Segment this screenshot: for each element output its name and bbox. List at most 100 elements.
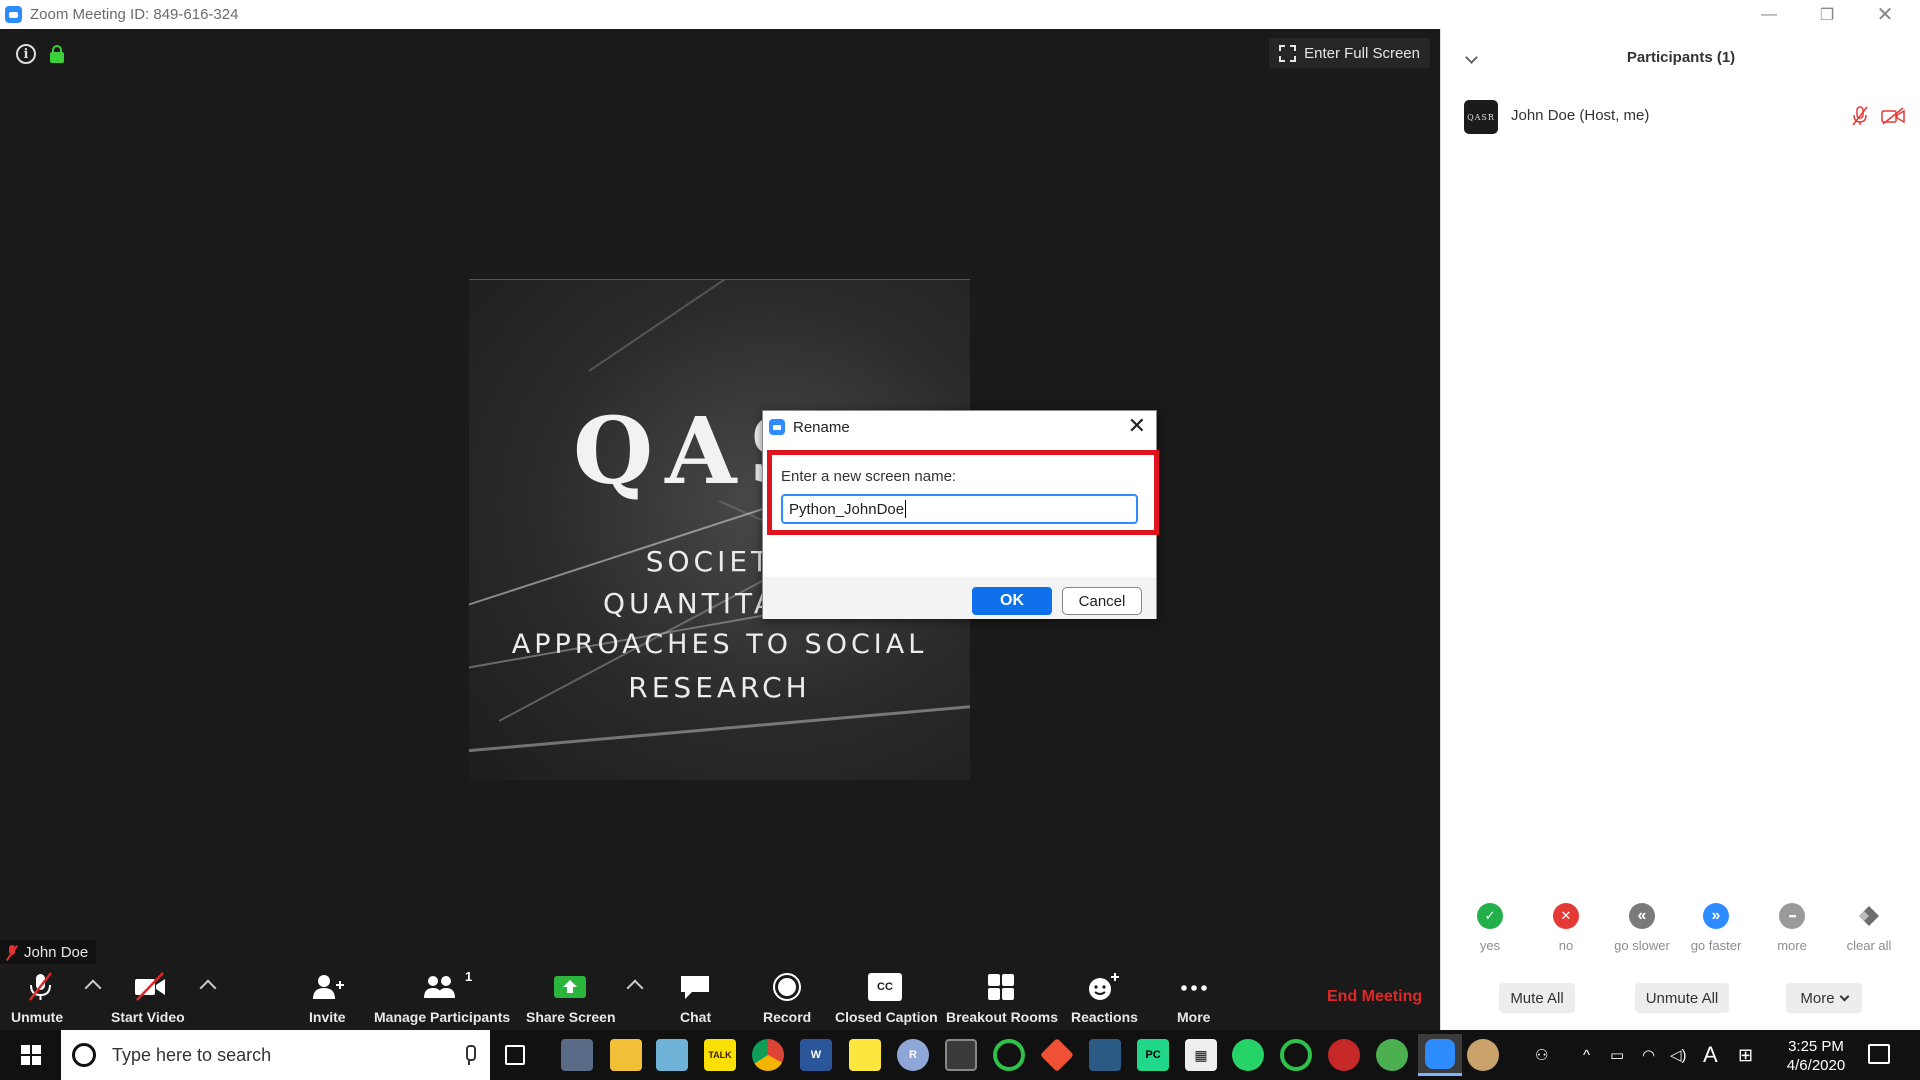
feedback-clear-all-label: clear all	[1846, 938, 1892, 953]
add-person-icon	[313, 975, 344, 999]
calculator-icon[interactable]: ▦	[1185, 1039, 1217, 1071]
pycharm-icon[interactable]: PC	[1137, 1039, 1169, 1071]
volume-icon[interactable]: ◁)	[1670, 1030, 1687, 1080]
enter-full-screen-button[interactable]: Enter Full Screen	[1269, 38, 1430, 68]
eraser-icon	[1856, 903, 1882, 929]
input-language-icon[interactable]: A	[1703, 1030, 1718, 1080]
closed-caption-button[interactable]: CC Closed Caption	[833, 964, 938, 1030]
profile-text-line: RESEARCH	[628, 671, 811, 704]
paint-app-icon[interactable]	[561, 1039, 593, 1071]
whatsapp-icon[interactable]	[1232, 1039, 1264, 1071]
minimize-icon[interactable]: —	[1740, 0, 1798, 29]
battery-icon[interactable]: ▭	[1610, 1030, 1624, 1080]
app-ring-icon[interactable]	[1280, 1039, 1312, 1071]
sticky-notes-icon[interactable]	[849, 1039, 881, 1071]
start-video-button[interactable]: Start Video	[109, 964, 195, 1030]
breakout-rooms-icon	[988, 974, 1014, 1000]
audio-options-chevron-icon[interactable]	[84, 979, 102, 997]
git-icon[interactable]	[1040, 1038, 1074, 1072]
feedback-more[interactable]: ••• more	[1757, 897, 1827, 953]
r-app-icon[interactable]: R	[897, 1039, 929, 1071]
windows-start-icon[interactable]	[21, 1045, 41, 1065]
file-explorer-icon[interactable]	[610, 1039, 642, 1071]
participant-row[interactable]: QASR John Doe (Host, me)	[1441, 92, 1920, 140]
people-icon[interactable]: ⚇	[1535, 1030, 1548, 1080]
meeting-info-icon[interactable]: i	[16, 44, 36, 64]
more-button[interactable]: More	[1172, 964, 1216, 1030]
record-label: Record	[763, 1009, 812, 1025]
zoom-taskbar-icon[interactable]	[1418, 1034, 1462, 1076]
more-dots-icon	[1181, 985, 1207, 991]
feedback-go-faster[interactable]: » go faster	[1681, 897, 1751, 953]
panel-more-label: More	[1800, 989, 1835, 1007]
chat-button[interactable]: Chat	[670, 964, 720, 1030]
manage-participants-button[interactable]: 1 Manage Participants	[373, 964, 513, 1030]
taskbar-clock[interactable]: 3:25 PM 4/6/2020	[1771, 1037, 1861, 1075]
fast-forward-icon: »	[1703, 903, 1729, 929]
task-view-icon[interactable]	[505, 1045, 525, 1065]
video-options-chevron-icon[interactable]	[199, 979, 217, 997]
muted-mic-icon	[6, 944, 18, 961]
share-options-chevron-icon[interactable]	[626, 979, 644, 997]
feedback-go-slower[interactable]: « go slower	[1607, 897, 1677, 953]
dialog-titlebar: Rename ✕	[763, 411, 1156, 443]
spider-app-icon[interactable]	[1328, 1039, 1360, 1071]
feedback-no-label: no	[1558, 938, 1574, 953]
paint-palette-icon[interactable]	[1467, 1039, 1499, 1071]
cancel-button[interactable]: Cancel	[1062, 587, 1142, 615]
muted-mic-icon	[29, 972, 52, 1001]
reactions-button[interactable]: Reactions	[1069, 964, 1139, 1030]
restore-icon[interactable]: ❐	[1798, 0, 1856, 29]
encryption-lock-icon[interactable]	[50, 45, 64, 63]
panel-more-button[interactable]: More	[1786, 983, 1862, 1013]
start-video-label: Start Video	[111, 1009, 185, 1025]
feedback-clear-all[interactable]: clear all	[1834, 897, 1904, 953]
notification-center-icon[interactable]	[1868, 1044, 1890, 1064]
feedback-yes-label: yes	[1479, 938, 1501, 953]
breakout-rooms-button[interactable]: Breakout Rooms	[945, 964, 1058, 1030]
microphone-icon[interactable]	[464, 1045, 476, 1065]
record-icon	[773, 973, 801, 1001]
chat-bubble-icon	[681, 976, 709, 999]
feedback-yes[interactable]: ✓ yes	[1455, 897, 1525, 953]
mute-all-button[interactable]: Mute All	[1499, 983, 1575, 1013]
share-screen-button[interactable]: Share Screen	[526, 964, 616, 1030]
feedback-no[interactable]: ✕ no	[1531, 897, 1601, 953]
terminal-icon[interactable]	[945, 1039, 977, 1071]
video-off-icon[interactable]	[1881, 107, 1905, 125]
windows-taskbar: Type here to search TALK W R PC ▦ ⚇ ^ ▭ …	[0, 1030, 1920, 1080]
chrome-icon[interactable]	[752, 1039, 784, 1071]
close-icon[interactable]: ✕	[1856, 0, 1914, 29]
zoom-logo-icon	[5, 6, 22, 23]
screen-name-input[interactable]: Python_JohnDoe	[781, 494, 1138, 524]
closed-caption-label: Closed Caption	[835, 1009, 938, 1025]
record-button[interactable]: Record	[758, 964, 816, 1030]
unmute-button[interactable]: Unmute	[8, 964, 72, 1030]
manage-participants-label: Manage Participants	[374, 1009, 511, 1025]
ok-button[interactable]: OK	[972, 587, 1052, 615]
word-icon[interactable]: W	[800, 1039, 832, 1071]
unmute-all-button[interactable]: Unmute All	[1635, 983, 1729, 1013]
taskbar-search-box[interactable]: Type here to search	[61, 1030, 490, 1080]
participant-name-tag-label: John Doe	[24, 944, 89, 961]
kakaotalk-icon[interactable]: TALK	[704, 1039, 736, 1071]
video-area: i Enter Full Screen QAS SOCIETY QUANTITA…	[0, 29, 1440, 965]
dialog-close-icon[interactable]: ✕	[1128, 415, 1146, 437]
invite-button[interactable]: Invite	[303, 964, 353, 1030]
x-icon: ✕	[1553, 903, 1579, 929]
ime-icon[interactable]: ⊞	[1738, 1030, 1753, 1080]
muted-mic-icon[interactable]	[1851, 106, 1869, 126]
cortana-icon	[72, 1043, 96, 1067]
globe-app-icon[interactable]	[1376, 1039, 1408, 1071]
unmute-label: Unmute	[11, 1009, 64, 1025]
nonverbal-feedback-bar: ✓ yes ✕ no « go slower » go faster ••• m…	[1441, 897, 1920, 967]
notepad-app-icon[interactable]	[656, 1039, 688, 1071]
chevron-up-icon[interactable]: ^	[1583, 1030, 1590, 1080]
mysql-workbench-icon[interactable]	[1089, 1039, 1121, 1071]
share-screen-icon	[554, 976, 586, 998]
end-meeting-button[interactable]: End Meeting	[1327, 988, 1422, 1006]
participants-icon	[424, 976, 455, 998]
app-ring-icon[interactable]	[993, 1039, 1025, 1071]
screen-name-label: Enter a new screen name:	[781, 468, 957, 485]
wifi-icon[interactable]: ◠	[1642, 1030, 1655, 1080]
